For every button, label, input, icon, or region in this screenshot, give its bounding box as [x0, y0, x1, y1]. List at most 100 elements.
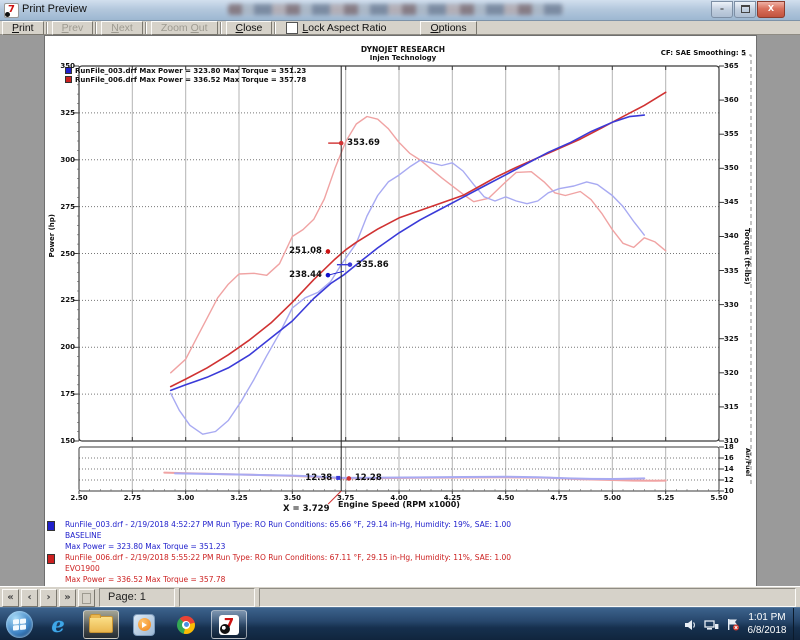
x-tick-label: 2.75 [120, 494, 144, 502]
taskbar: e 7 1:01 PM 6/8/2018 [0, 607, 800, 640]
callout-af-red: 12.28 [355, 473, 382, 483]
volume-icon[interactable] [684, 619, 697, 631]
show-desktop-button[interactable] [793, 608, 800, 640]
series-power-runfile006 [171, 92, 666, 386]
legend-swatch [65, 76, 72, 83]
run-2-line3: Max Power = 336.52 Max Torque = 357.78 [65, 574, 225, 585]
chart-correction-label: CF: SAE Smoothing: 5 [546, 49, 746, 57]
chrome-icon[interactable] [169, 611, 203, 638]
legend-entry-0: RunFile_003.drf Max Power = 323.80Max To… [65, 67, 306, 75]
torque-tick-label: 355 [724, 130, 739, 138]
x-tick-label: 3.25 [227, 494, 251, 502]
run-1-line1: RunFile_003.drf - 2/19/2018 4:52:27 PM R… [65, 519, 511, 530]
window-controls: – X [710, 1, 785, 18]
page-setup-button[interactable] [78, 589, 95, 607]
torque-tick-label: 315 [724, 403, 739, 411]
torque-tick-label: 320 [724, 369, 739, 377]
minimize-button[interactable]: – [711, 1, 733, 18]
preview-area: DYNOJET RESEARCH Injen Technology CF: SA… [0, 35, 800, 586]
x-tick-label: 5.00 [600, 494, 624, 502]
series-power-runfile003 [171, 115, 645, 390]
af-axis-title: Air/Fuel [744, 448, 752, 476]
toolbar-button-zoom-out: Zoom Out [151, 21, 218, 35]
network-icon[interactable] [704, 619, 719, 631]
media-player-icon[interactable] [127, 611, 161, 638]
torque-axis-title: Torque (ft-lbs) [743, 228, 751, 285]
torque-tick-label: 360 [724, 96, 739, 104]
power-tick-label: 175 [49, 390, 75, 398]
power-tick-label: 225 [49, 296, 75, 304]
dynojet-icon[interactable]: 7 [211, 610, 247, 639]
series-torque-runfile003 [171, 160, 645, 434]
torque-tick-label: 345 [724, 198, 739, 206]
af-tick-label: 16 [724, 454, 734, 462]
window-title: Print Preview [22, 3, 87, 15]
x-tick-label: 3.75 [334, 494, 358, 502]
callout-power-blue: 238.44 [278, 270, 322, 280]
power-tick-label: 275 [49, 203, 75, 211]
x-tick-label: 3.00 [174, 494, 198, 502]
x-tick-label: 5.50 [707, 494, 731, 502]
toolbar-separator [220, 22, 222, 34]
x-tick-label: 4.50 [494, 494, 518, 502]
toolbar-button-options[interactable]: Options [420, 21, 476, 35]
statusbar-panel-3 [259, 588, 796, 607]
toolbar-button-close[interactable]: Close [226, 21, 273, 35]
statusbar-panel-2 [179, 588, 255, 607]
system-tray [677, 608, 740, 640]
x-tick-label: 4.00 [387, 494, 411, 502]
x-tick-label: 3.50 [280, 494, 304, 502]
toolbar-button-prev: Prev [52, 21, 94, 35]
torque-tick-label: 325 [724, 335, 739, 343]
run-2-line2: EVO1900 [65, 563, 100, 574]
torque-tick-label: 335 [724, 267, 739, 275]
af-tick-label: 18 [724, 443, 734, 451]
toolbar-button-print[interactable]: Print [2, 21, 44, 35]
titlebar-blurred-text [228, 4, 563, 15]
close-button[interactable]: X [757, 1, 785, 18]
series-torque-runfile006 [171, 117, 666, 373]
cursor-x-label: X = 3.729 [283, 504, 329, 514]
callout-af-blue: 12.38 [288, 473, 332, 483]
taskbar-clock[interactable]: 1:01 PM 6/8/2018 [742, 611, 792, 637]
clock-date: 6/8/2018 [742, 624, 792, 637]
af-tick-label: 14 [724, 465, 734, 473]
clock-time: 1:01 PM [742, 611, 792, 624]
statusbar: «‹›» Page: 1 [0, 586, 800, 608]
toolbar-separator [46, 22, 48, 34]
windows-logo-icon [13, 618, 26, 630]
file-explorer-icon[interactable] [83, 610, 119, 639]
run-1-line3: Max Power = 323.80 Max Torque = 351.23 [65, 541, 225, 552]
window-titlebar: 7 Print Preview – X [0, 0, 800, 21]
nav-button-next[interactable]: › [40, 589, 57, 607]
action-center-icon[interactable] [726, 618, 740, 631]
torque-tick-label: 330 [724, 301, 739, 309]
callout-power-red: 251.08 [278, 246, 322, 256]
lock-aspect-ratio-checkbox[interactable]: Lock Aspect Ratio [286, 22, 386, 34]
run-color-swatch [47, 554, 55, 564]
power-tick-label: 150 [49, 437, 75, 445]
power-tick-label: 250 [49, 250, 75, 258]
start-button[interactable] [6, 611, 33, 638]
nav-button-last[interactable]: » [59, 589, 76, 607]
toolbar-button-next: Next [101, 21, 143, 35]
torque-tick-label: 365 [724, 62, 739, 70]
x-tick-label: 4.75 [547, 494, 571, 502]
print-preview-page: DYNOJET RESEARCH Injen Technology CF: SA… [44, 35, 757, 588]
chart-company-title: DYNOJET RESEARCH [303, 45, 503, 54]
maximize-button[interactable] [734, 1, 756, 18]
x-tick-label: 2.50 [67, 494, 91, 502]
x-tick-label: 5.25 [654, 494, 678, 502]
nav-button-prev[interactable]: ‹ [21, 589, 38, 607]
checkbox-box [286, 22, 298, 34]
print-preview-toolbar: Print Prev Next Zoom Out Close Lock Aspect Ra… [0, 21, 800, 35]
dynojet-app-icon: 7 [4, 3, 19, 18]
chart-subtitle: Injen Technology [303, 54, 503, 62]
lock-aspect-ratio-label: Lock Aspect Ratio [302, 22, 386, 34]
internet-explorer-icon[interactable]: e [41, 611, 75, 638]
toolbar-separator [145, 22, 147, 34]
af-tick-label: 10 [724, 487, 734, 495]
nav-button-first[interactable]: « [2, 589, 19, 607]
legend-entry-1: RunFile_006.drf Max Power = 336.52Max To… [65, 76, 306, 84]
screen: 7 Print Preview – X Print Prev Next Zoom Ou… [0, 0, 800, 640]
